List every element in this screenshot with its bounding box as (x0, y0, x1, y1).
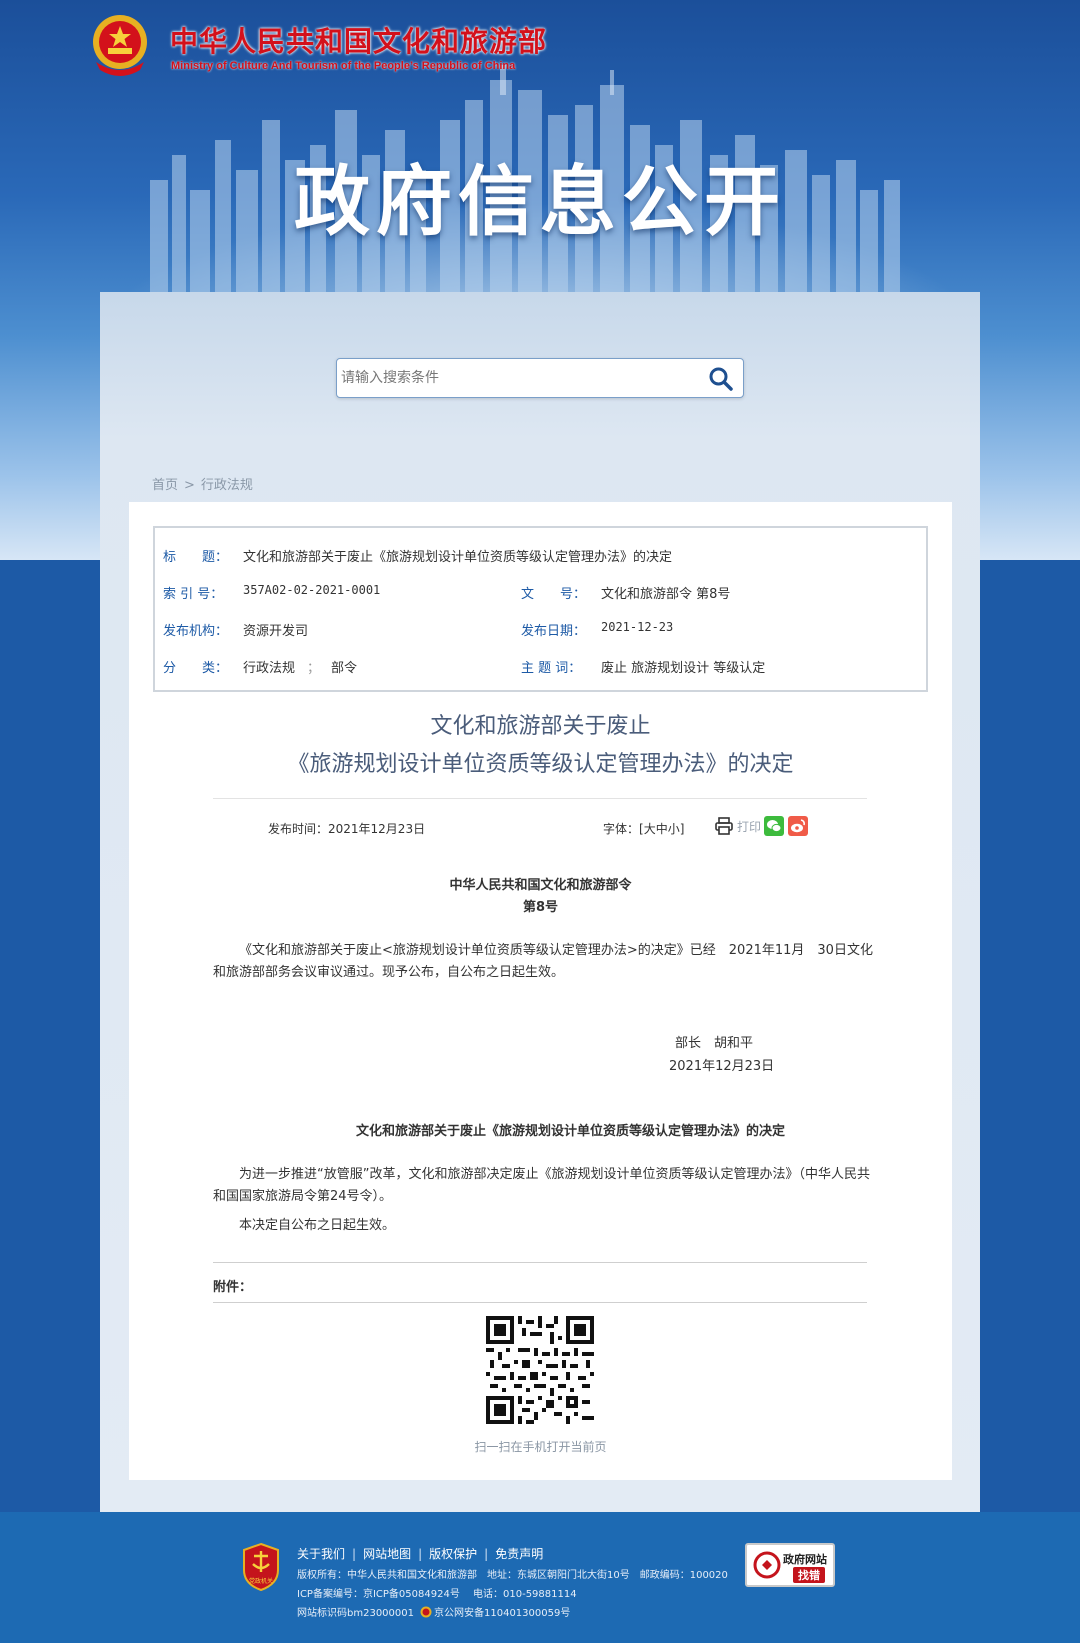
order-paragraph: 《文化和旅游部关于废止<旅游规划设计单位资质等级认定管理办法>的决定》已经 20… (213, 943, 873, 980)
article-title: 文化和旅游部关于废止 《旅游规划设计单位资质等级认定管理办法》的决定 (129, 708, 952, 784)
font-large-button[interactable]: 大 (644, 822, 656, 836)
meta-title-value: 文化和旅游部关于废止《旅游规划设计单位资质等级认定管理办法》的决定 (243, 550, 673, 565)
error-report-icon (753, 1551, 781, 1579)
meta-docno-label: 文 号： (521, 587, 587, 602)
breadcrumb-separator: > (184, 478, 195, 493)
meta-title-label: 标 题： (163, 550, 229, 565)
decision-title: 文化和旅游部关于废止《旅游规划设计单位资质等级认定管理办法》的决定 (355, 1124, 785, 1139)
decision-paragraph-1: 为进一步推进“放管服”改革，文化和旅游部决定废止《旅游规划设计单位资质等级认定管… (213, 1167, 870, 1204)
article-title-line-2: 《旅游规划设计单位资质等级认定管理办法》的决定 (287, 752, 794, 777)
meta-topic-value: 废止 旅游规划设计 等级认定 (601, 661, 766, 676)
wechat-share-icon[interactable] (764, 816, 784, 836)
meta-category-value-2: 部令 (331, 661, 358, 676)
footer-icp: ICP备案编号：京ICP备05084924号 电话：010-59881114 (297, 1589, 577, 1600)
breadcrumb-home-link[interactable]: 首页 (152, 478, 178, 493)
attachment-bottom-divider (213, 1302, 867, 1303)
qr-caption: 扫一扫在手机打开当前页 (474, 1440, 607, 1454)
footer-police-record: 京公网安备11040130005­9号 (434, 1608, 571, 1619)
footer-site-id: 网站标识码bm23000001 (297, 1608, 414, 1619)
breadcrumb-current-link[interactable]: 行政法规 (201, 478, 253, 493)
search-box (336, 358, 744, 398)
order-issuer: 中华人民共和国文化和旅游部令 (449, 878, 632, 893)
font-small-button[interactable]: 小 (668, 822, 680, 836)
order-number: 第8号 (522, 900, 559, 915)
badge-caption: 党政机关 (249, 1577, 273, 1585)
footer-copyright: 版权所有：中华人民共和国文化和旅游部 地址：东城区朝阳门北大街10号 邮政编码：… (297, 1570, 728, 1581)
meta-category-label: 分 类： (163, 661, 229, 676)
footer-link-disclaimer[interactable]: 免责声明 (495, 1547, 543, 1561)
document-meta-box: 标 题： 文化和旅游部关于废止《旅游规划设计单位资质等级认定管理办法》的决定 索… (153, 526, 928, 692)
attachment-top-divider (213, 1262, 867, 1263)
gov-badge-line-1: 政府网站 (783, 1553, 827, 1566)
font-size-close: ] (679, 822, 685, 836)
search-icon[interactable] (707, 365, 735, 393)
footer-links: 关于我们 | 网站地图 | 版权保护 | 免责声明 (297, 1547, 544, 1561)
article-content: 标 题： 文化和旅游部关于废止《旅游规划设计单位资质等级认定管理办法》的决定 索… (129, 502, 952, 1480)
ministry-name-en: Ministry of Culture And Tourism of the P… (171, 60, 516, 72)
footer-link-about[interactable]: 关于我们 (297, 1547, 345, 1561)
search-input[interactable] (341, 363, 691, 393)
print-button[interactable]: 打印 (714, 816, 761, 836)
footer-link-copyright[interactable]: 版权保护 (429, 1547, 477, 1561)
footer: 党政机关 关于我们 | 网站地图 | 版权保护 | 免责声明 版权所有：中华人民共和国文化和… (0, 1512, 1080, 1643)
decision-paragraph-2: 本决定自公布之日起生效。 (239, 1218, 396, 1233)
national-emblem-icon (93, 15, 147, 76)
police-badge-icon (420, 1606, 432, 1617)
publish-time: 发布时间：2021年12月23日 (268, 822, 426, 836)
meta-category-separator: ； (307, 661, 321, 676)
print-label: 打印 (737, 819, 762, 834)
breadcrumb: 首页 > 行政法规 (152, 474, 253, 493)
meta-org-label: 发布机构： (163, 624, 229, 639)
weibo-share-icon[interactable] (788, 816, 808, 836)
meta-date-value: 2021-12-23 (601, 620, 674, 634)
printer-icon (715, 817, 733, 835)
meta-category-value-1: 行政法规 (243, 661, 296, 676)
meta-index-value: 357A02-02-2021-0001 (243, 583, 381, 597)
attachment-label: 附件： (213, 1280, 253, 1295)
qr-code (486, 1316, 594, 1424)
title-divider (213, 798, 867, 799)
font-size-label: 字体：[ (603, 822, 644, 836)
footer-link-sitemap[interactable]: 网站地图 (363, 1547, 411, 1561)
party-government-badge-icon[interactable]: 党政机关 (240, 1542, 282, 1592)
signer: 部长 胡和平 (675, 1036, 754, 1051)
gov-website-error-report-badge[interactable]: 政府网站 找错 (745, 1543, 835, 1587)
footer-ids: 网站标识码bm23000001 京公网安备11040130005­9号 (297, 1604, 570, 1619)
meta-topic-label: 主 题 词： (521, 661, 582, 676)
meta-index-label: 索 引 号： (163, 587, 224, 602)
ministry-name-cn: 中华人民共和国文化和旅游部 (170, 25, 548, 58)
gov-badge-line-2: 找错 (793, 1567, 825, 1583)
meta-docno-value: 文化和旅游部令 第8号 (601, 587, 731, 602)
font-size-control: 字体：[大中小] (603, 820, 684, 837)
meta-date-label: 发布日期： (521, 624, 587, 639)
meta-org-value: 资源开发司 (243, 624, 309, 639)
banner-title: 政府信息公开 (294, 157, 786, 246)
sign-date: 2021年12月23日 (669, 1059, 775, 1074)
font-medium-button[interactable]: 中 (656, 822, 668, 836)
article-title-line-1: 文化和旅游部关于废止 (430, 714, 651, 739)
